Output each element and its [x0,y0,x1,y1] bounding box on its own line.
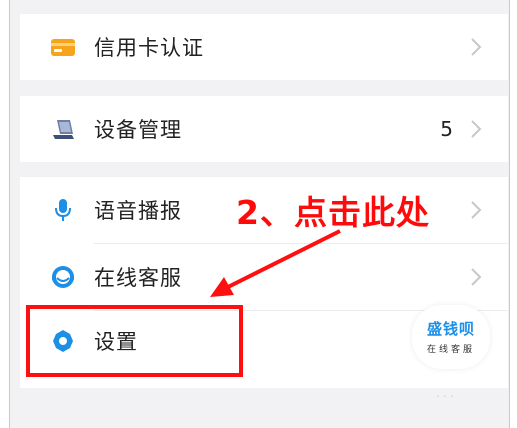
microphone-icon [55,199,71,221]
credit-card-icon [51,39,75,56]
decorative-dots: · · · [436,390,454,403]
menu-item-label: 信用卡认证 [94,36,204,60]
customer-service-icon [52,266,74,288]
device-count: 5 [440,117,453,141]
settings-card-credit: 信用卡认证 [20,14,508,80]
annotation-highlight-box [26,305,243,377]
settings-card-device: 设备管理 5 [20,96,508,162]
menu-item-device-management[interactable]: 设备管理 5 [20,96,508,162]
device-icon [53,120,74,139]
chevron-right-icon [471,38,482,56]
chevron-right-icon [471,201,482,219]
annotation-arrow-icon [210,229,341,297]
menu-item-label: 在线客服 [94,266,182,290]
floating-service-subtitle: 在线客服 [426,345,475,355]
menu-item-label: 语音播报 [94,199,182,223]
floating-service-title: 盛钱呗 [426,320,475,338]
menu-item-credit-card[interactable]: 信用卡认证 [20,14,508,80]
chevron-right-icon [471,120,482,138]
chevron-right-icon [471,268,482,286]
floating-service-button[interactable]: 盛钱呗 在线客服 [412,305,490,369]
menu-item-label: 设备管理 [94,118,182,142]
